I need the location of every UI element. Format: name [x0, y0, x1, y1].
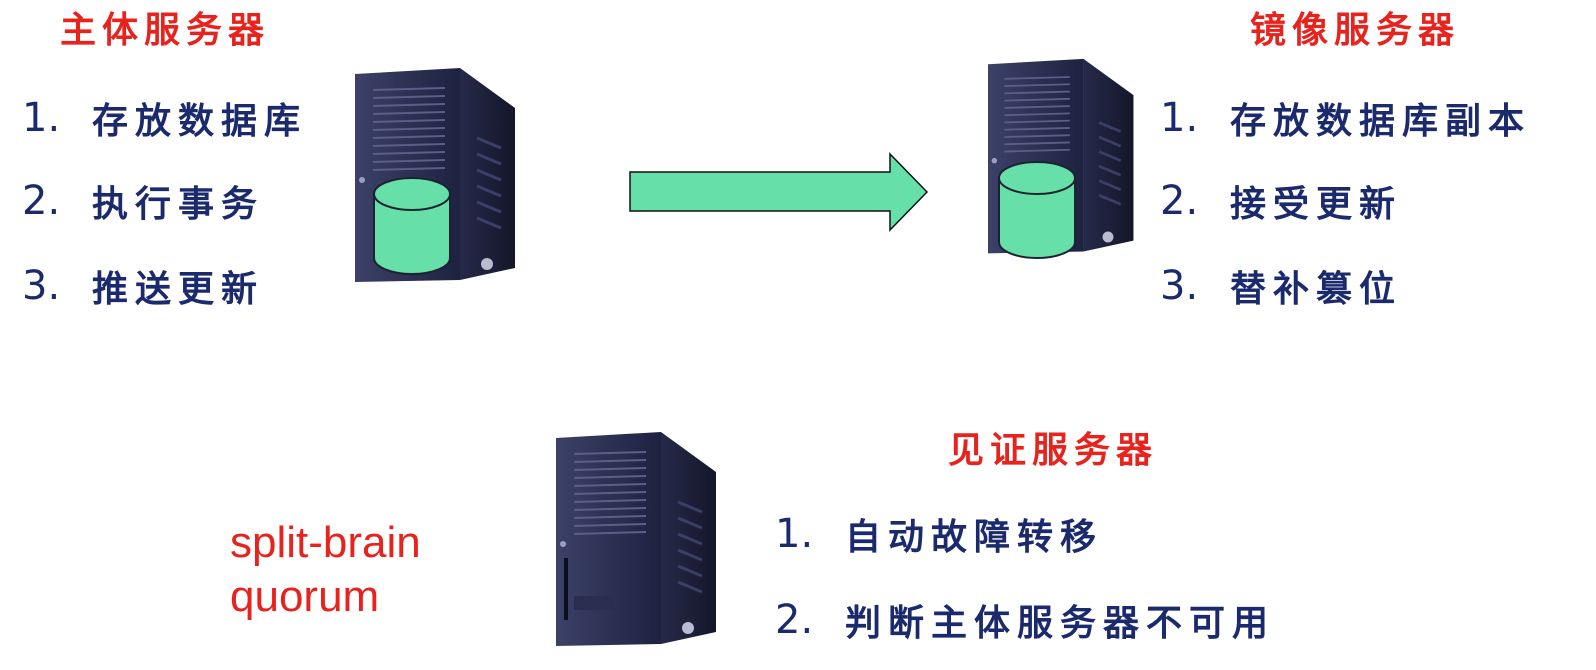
- list-text: 存放数据库副本: [1230, 100, 1532, 142]
- list-text: 执行事务: [92, 183, 265, 225]
- list-item: 1. 存放数据库副本: [1160, 92, 1531, 144]
- list-text: 判断主体服务器不可用: [845, 602, 1276, 644]
- mirror-server-title: 镜像服务器: [1250, 9, 1461, 51]
- list-number: 1.: [22, 95, 61, 141]
- list-item: 1. 自动故障转移: [775, 508, 1103, 560]
- principal-server-title: 主体服务器: [60, 9, 271, 51]
- list-number: 3.: [1160, 263, 1199, 309]
- list-text: 推送更新: [92, 268, 265, 310]
- list-number: 1.: [1160, 95, 1199, 141]
- list-item: 3. 推送更新: [22, 260, 264, 312]
- mirroring-arrow: [629, 152, 929, 232]
- list-number: 2.: [775, 597, 814, 643]
- list-text: 接受更新: [1230, 183, 1403, 225]
- list-item: 1. 存放数据库: [22, 92, 307, 144]
- witness-server-icon: [556, 432, 716, 646]
- list-item: 2. 执行事务: [22, 175, 264, 227]
- list-text: 自动故障转移: [845, 516, 1104, 558]
- list-item: 2. 接受更新: [1160, 175, 1402, 227]
- list-number: 2.: [1160, 178, 1199, 224]
- list-number: 3.: [22, 263, 61, 309]
- list-item: 3. 替补篡位: [1160, 260, 1402, 312]
- mirror-database-icon: [998, 161, 1076, 259]
- witness-server-title: 见证服务器: [948, 429, 1159, 471]
- list-item: 2. 判断主体服务器不可用: [775, 594, 1275, 646]
- principal-database-icon: [373, 177, 451, 275]
- split-brain-note: split-brain: [230, 518, 421, 567]
- list-number: 2.: [22, 178, 61, 224]
- list-text: 替补篡位: [1230, 268, 1403, 310]
- list-number: 1.: [775, 511, 814, 557]
- list-text: 存放数据库: [92, 100, 308, 142]
- quorum-note: quorum: [230, 572, 380, 621]
